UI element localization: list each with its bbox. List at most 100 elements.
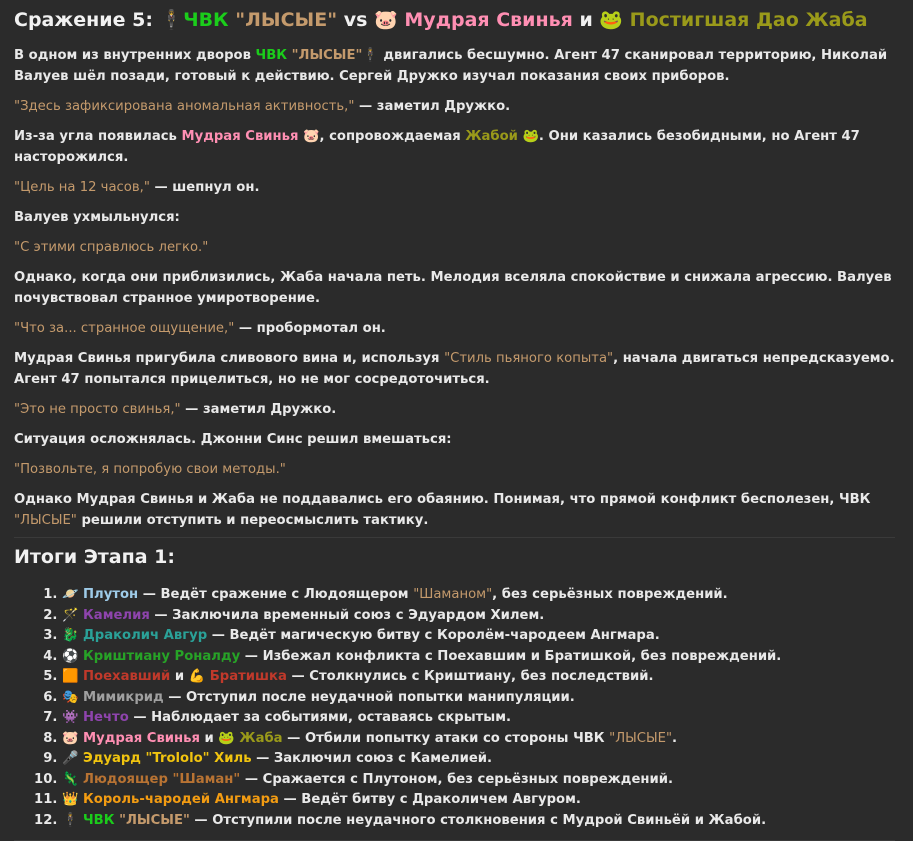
item-text: — Отступил после неудачной попытки манип… xyxy=(163,689,575,705)
item-name: "ЛЫСЫЕ" xyxy=(119,812,190,828)
alien-monster-icon: 👾 xyxy=(62,710,79,725)
item-quote: "Шаманом" xyxy=(413,587,493,602)
title-pig: Мудрая Свинья xyxy=(404,9,573,31)
quote: "Что за... странное ощущение," xyxy=(14,321,235,336)
item-text: — Столкнулись с Криштиану, без последств… xyxy=(286,669,654,684)
pmc-name: "ЛЫСЫЕ" xyxy=(14,513,77,528)
frog-name: Жабой xyxy=(465,129,518,144)
item-text: — Ведёт магическую битву с Королём-чарод… xyxy=(207,628,660,643)
item-name: Криштиану Роналду xyxy=(83,648,241,664)
quote: "С этими справлюсь легко." xyxy=(14,240,209,255)
story-paragraph: Однако Мудрая Свинья и Жаба не поддавали… xyxy=(14,489,895,531)
story-paragraph: Валуев ухмыльнулся: xyxy=(14,210,180,225)
title-pmc: ЧВК xyxy=(183,9,229,31)
quote: "Это не просто свинья," xyxy=(14,402,181,417)
story-quote: "Цель на 12 часов," — шепнул он. xyxy=(14,177,895,198)
item-name: Мудрая Свинья xyxy=(83,730,200,746)
title-and: и xyxy=(572,9,600,31)
item-text: — Избежал конфликта с Поехавшим и Братиш… xyxy=(240,648,782,664)
lizard-icon: 🦎 xyxy=(62,771,79,787)
battle-title: Сражение 5: 🕴ЧВК "ЛЫСЫЕ" vs 🐷 Мудрая Сви… xyxy=(14,0,895,34)
list-item: ⚽ Криштиану Роналду — Избежал конфликта … xyxy=(62,647,895,668)
list-item: 🪄 Камелия — Заключила временный союз с Э… xyxy=(62,606,895,627)
item-name: Плутон xyxy=(83,587,139,602)
frog-icon: 🐸 xyxy=(522,129,539,144)
item-name: Хиль xyxy=(209,751,252,766)
frog-icon: 🐸 xyxy=(599,9,624,31)
summary-list: 🪐 Плутон — Ведёт сражение с Людоящером "… xyxy=(14,585,895,831)
item-name: Мимикрид xyxy=(83,689,164,705)
planet-icon: 🪐 xyxy=(62,587,79,602)
story-paragraph: В одном из внутренних дворов ЧВК "ЛЫСЫЕ"… xyxy=(14,45,895,87)
chat-message: Сражение 5: 🕴ЧВК "ЛЫСЫЕ" vs 🐷 Мудрая Сви… xyxy=(0,0,913,841)
item-name: Поехавший xyxy=(83,669,171,684)
item-name: Эдуард xyxy=(83,751,146,766)
item-text: , без серьёзных повреждений. xyxy=(492,587,728,602)
story-paragraph: Ситуация осложнялась. Джонни Синс решил … xyxy=(14,432,452,447)
item-text: . xyxy=(672,730,678,746)
item-name: ЧВК xyxy=(83,812,115,828)
frog-icon: 🐸 xyxy=(218,730,235,746)
title-prefix: Сражение 5: xyxy=(14,9,160,31)
text: — шепнул он. xyxy=(149,180,260,195)
item-quote: "ЛЫСЫЕ" xyxy=(609,730,673,746)
pig-icon: 🐷 xyxy=(374,9,398,31)
text: — пробормотал он. xyxy=(234,321,386,336)
story-paragraph: Из-за угла появилась Мудрая Свинья 🐷, со… xyxy=(14,126,895,168)
story-paragraph: Мудрая Свинья пригубила сливового вина и… xyxy=(14,348,895,390)
quote: "Цель на 12 часов," xyxy=(14,180,150,195)
list-item: 🟧 Поехавший и 💪 Братишка — Столкнулись с… xyxy=(62,667,895,688)
text: — заметил Дружко. xyxy=(354,99,511,114)
quote: "Здесь зафиксирована аномальная активнос… xyxy=(14,99,355,114)
item-text: — Отбили попытку атаки со стороны ЧВК xyxy=(282,730,610,746)
text: Мудрая Свинья пригубила сливового вина и… xyxy=(14,351,445,366)
story-quote: "Позвольте, я попробую свои методы." xyxy=(14,459,895,480)
pig-icon: 🐷 xyxy=(303,129,320,144)
item-name: Король-чародей Ангмара xyxy=(83,792,279,807)
story-quote: "Это не просто свинья," — заметил Дружко… xyxy=(14,399,895,420)
flexed-biceps-icon: 💪 xyxy=(188,669,206,684)
item-name: Жаба xyxy=(239,730,283,746)
list-item: 👾 Нечто — Наблюдает за событиями, остава… xyxy=(62,708,895,729)
item-text: — Ведёт битву с Драколичем Авгуром. xyxy=(278,792,581,807)
agent-icon: 🕴 xyxy=(62,812,79,828)
item-name: Нечто xyxy=(83,710,129,725)
magic-wand-icon: 🪄 xyxy=(62,607,79,623)
orange-square-icon: 🟧 xyxy=(62,669,79,684)
title-pmc-name: "ЛЫСЫЕ" xyxy=(235,9,338,31)
mask-icon: 🎭 xyxy=(62,689,79,705)
story-quote: "Что за... странное ощущение," — проборм… xyxy=(14,318,895,339)
text: решили отступить и переосмыслить тактику… xyxy=(76,513,429,528)
text: Однако Мудрая Свинья и Жаба не поддавали… xyxy=(14,492,871,507)
list-item: 🦎 Людоящер "Шаман" — Сражается с Плутоно… xyxy=(62,770,895,791)
title-vs: vs xyxy=(337,9,375,31)
item-name: Людоящер xyxy=(83,771,173,787)
agent-icon: 🕴 xyxy=(159,9,184,31)
dragon-icon: 🐉 xyxy=(62,628,79,643)
item-name: Камелия xyxy=(83,607,150,623)
pig-icon: 🐷 xyxy=(62,730,79,746)
title-frog: Постигшая Дао Жаба xyxy=(629,9,868,31)
list-item: 🪐 Плутон — Ведёт сражение с Людоящером "… xyxy=(62,585,895,606)
text: Из-за угла появилась xyxy=(14,129,182,144)
summary-heading: Итоги Этапа 1: xyxy=(14,546,175,568)
item-text: — Ведёт сражение с Людоящером xyxy=(138,587,414,602)
item-text: — Заключила временный союз с Эдуардом Хи… xyxy=(149,607,545,623)
item-name: "Trololo" xyxy=(145,751,210,766)
item-text: и xyxy=(199,730,219,746)
text: В одном из внутренних дворов xyxy=(14,48,256,63)
pig-name: Мудрая Свинья xyxy=(181,129,299,144)
item-text: — Заключил союз с Камелией. xyxy=(251,751,493,766)
story-paragraph: Однако, когда они приблизились, Жаба нач… xyxy=(14,270,892,306)
style-name: "Стиль пьяного копыта" xyxy=(444,351,614,366)
list-item: 🎤 Эдуард "Trololo" Хиль — Заключил союз … xyxy=(62,749,895,770)
list-item: 🕴 ЧВК "ЛЫСЫЕ" — Отступили после неудачно… xyxy=(62,811,895,832)
text: , сопровождаемая xyxy=(319,129,466,144)
soccer-ball-icon: ⚽ xyxy=(62,648,79,664)
list-item: 🐷 Мудрая Свинья и 🐸 Жаба — Отбили попытк… xyxy=(62,729,895,750)
list-item: 👑 Король-чародей Ангмара — Ведёт битву с… xyxy=(62,790,895,811)
story-quote: "Здесь зафиксирована аномальная активнос… xyxy=(14,96,895,117)
text: — заметил Дружко. xyxy=(180,402,337,417)
item-text: — Отступили после неудачного столкновени… xyxy=(189,812,767,828)
item-text: — Наблюдает за событиями, оставаясь скры… xyxy=(128,710,511,725)
